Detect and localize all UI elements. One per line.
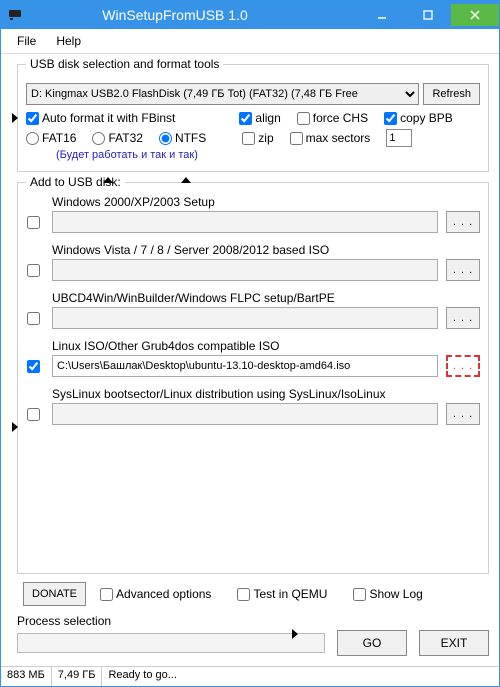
showlog-input[interactable] bbox=[353, 588, 366, 601]
drive-select[interactable]: D: Kingmax USB2.0 FlashDisk (7,49 ГБ Tot… bbox=[26, 83, 419, 105]
ntfs-radio[interactable]: NTFS bbox=[159, 131, 206, 145]
entry4-label: Linux ISO/Other Grub4dos compatible ISO bbox=[52, 339, 438, 353]
entry3-path bbox=[52, 307, 438, 329]
fat32-input[interactable] bbox=[92, 132, 105, 145]
entry5-path bbox=[52, 403, 438, 425]
entry1-label: Windows 2000/XP/2003 Setup bbox=[52, 195, 438, 209]
app-icon bbox=[7, 7, 23, 23]
status-size2: 7,49 ГБ bbox=[52, 667, 103, 686]
exit-button[interactable]: EXIT bbox=[419, 630, 489, 656]
maxsectors-value[interactable] bbox=[386, 129, 412, 147]
arrow-icon bbox=[279, 627, 301, 641]
arrow-icon bbox=[3, 111, 21, 125]
entry5-label: SysLinux bootsector/Linux distribution u… bbox=[52, 387, 438, 401]
process-label: Process selection bbox=[17, 614, 489, 628]
entry2-browse[interactable]: . . . bbox=[446, 259, 480, 281]
fat32-radio[interactable]: FAT32 bbox=[92, 131, 142, 145]
entry2-checkbox[interactable] bbox=[27, 264, 40, 277]
entry5-browse[interactable]: . . . bbox=[446, 403, 480, 425]
maxsectors-input[interactable] bbox=[290, 132, 303, 145]
entry2-label: Windows Vista / 7 / 8 / Server 2008/2012… bbox=[52, 243, 438, 257]
titlebar: WinSetupFromUSB 1.0 bbox=[1, 1, 499, 29]
copybpb-input[interactable] bbox=[384, 112, 397, 125]
fat16-radio[interactable]: FAT16 bbox=[26, 131, 76, 145]
advanced-input[interactable] bbox=[100, 588, 113, 601]
refresh-button[interactable]: Refresh bbox=[423, 83, 480, 105]
arrow-icon bbox=[3, 420, 21, 434]
entry1-path bbox=[52, 211, 438, 233]
entry3-browse[interactable]: . . . bbox=[446, 307, 480, 329]
annotation-text: (Будет работать и так и так) bbox=[56, 149, 480, 161]
entry1-browse[interactable]: . . . bbox=[446, 211, 480, 233]
autoformat-input[interactable] bbox=[26, 112, 39, 125]
maximize-button[interactable] bbox=[405, 4, 451, 26]
arrow-icon bbox=[101, 175, 115, 193]
entry4-checkbox[interactable] bbox=[27, 360, 40, 373]
entry5-checkbox[interactable] bbox=[27, 408, 40, 421]
align-checkbox[interactable]: align bbox=[239, 111, 280, 125]
maxsectors-checkbox[interactable]: max sectors bbox=[290, 131, 371, 145]
window-title: WinSetupFromUSB 1.0 bbox=[31, 7, 319, 23]
entry4-path[interactable] bbox=[52, 355, 438, 377]
entry2-path bbox=[52, 259, 438, 281]
add-group: Add to USB disk: Windows 2000/XP/2003 Se… bbox=[17, 182, 489, 574]
align-input[interactable] bbox=[239, 112, 252, 125]
testqemu-checkbox[interactable]: Test in QEMU bbox=[237, 587, 327, 601]
donate-button[interactable]: DONATE bbox=[23, 582, 86, 606]
arrow-icon bbox=[179, 175, 193, 193]
ntfs-input[interactable] bbox=[159, 132, 172, 145]
close-button[interactable] bbox=[451, 4, 499, 26]
status-text: Ready to go... bbox=[102, 667, 499, 686]
entry4-browse[interactable]: . . . bbox=[446, 355, 480, 377]
autoformat-checkbox[interactable]: Auto format it with FBinst bbox=[26, 111, 175, 125]
entry3-label: UBCD4Win/WinBuilder/Windows FLPC setup/B… bbox=[52, 291, 438, 305]
menu-help[interactable]: Help bbox=[46, 31, 91, 51]
copybpb-checkbox[interactable]: copy BPB bbox=[384, 111, 453, 125]
menubar: File Help bbox=[1, 29, 499, 54]
advanced-checkbox[interactable]: Advanced options bbox=[100, 587, 211, 601]
zip-checkbox[interactable]: zip bbox=[242, 131, 273, 145]
entry3-checkbox[interactable] bbox=[27, 312, 40, 325]
go-button[interactable]: GO bbox=[337, 630, 407, 656]
showlog-checkbox[interactable]: Show Log bbox=[353, 587, 422, 601]
testqemu-input[interactable] bbox=[237, 588, 250, 601]
usb-group: USB disk selection and format tools D: K… bbox=[17, 64, 489, 172]
menu-file[interactable]: File bbox=[7, 31, 46, 51]
forcechs-input[interactable] bbox=[297, 112, 310, 125]
forcechs-checkbox[interactable]: force CHS bbox=[297, 111, 368, 125]
status-bar: 883 МБ 7,49 ГБ Ready to go... bbox=[1, 666, 499, 686]
minimize-button[interactable] bbox=[359, 4, 405, 26]
fat16-input[interactable] bbox=[26, 132, 39, 145]
usb-group-title: USB disk selection and format tools bbox=[26, 57, 223, 71]
status-size1: 883 МБ bbox=[1, 667, 52, 686]
zip-input[interactable] bbox=[242, 132, 255, 145]
entry1-checkbox[interactable] bbox=[27, 216, 40, 229]
